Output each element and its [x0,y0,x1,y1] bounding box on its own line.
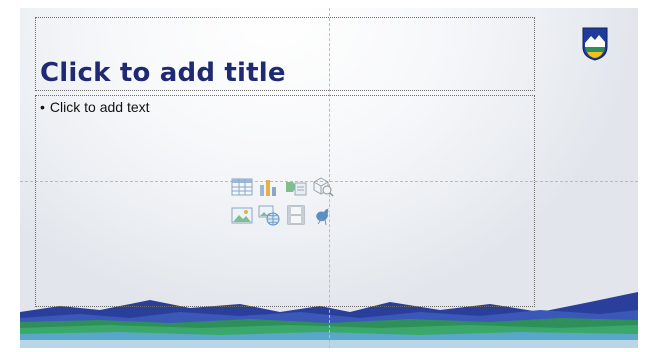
insert-content-icons [230,175,338,231]
slide-canvas[interactable]: Click to add title • Click to add text [20,8,638,348]
content-placeholder-text: Click to add text [49,99,150,115]
crest-logo-icon [582,27,608,61]
insert-table-icon[interactable] [230,175,254,199]
insert-chart-icon[interactable] [257,175,281,199]
content-bullet-line: • Click to add text [40,99,150,115]
title-placeholder[interactable]: Click to add title [35,17,535,91]
insert-3d-model-icon[interactable] [311,175,335,199]
insert-picture-icon[interactable] [230,203,254,227]
insert-icons-icon[interactable] [311,203,335,227]
bullet-marker: • [40,99,45,115]
insert-online-picture-icon[interactable] [257,203,281,227]
title-placeholder-text: Click to add title [40,58,286,88]
insert-video-icon[interactable] [284,203,308,227]
insert-smartart-icon[interactable] [284,175,308,199]
